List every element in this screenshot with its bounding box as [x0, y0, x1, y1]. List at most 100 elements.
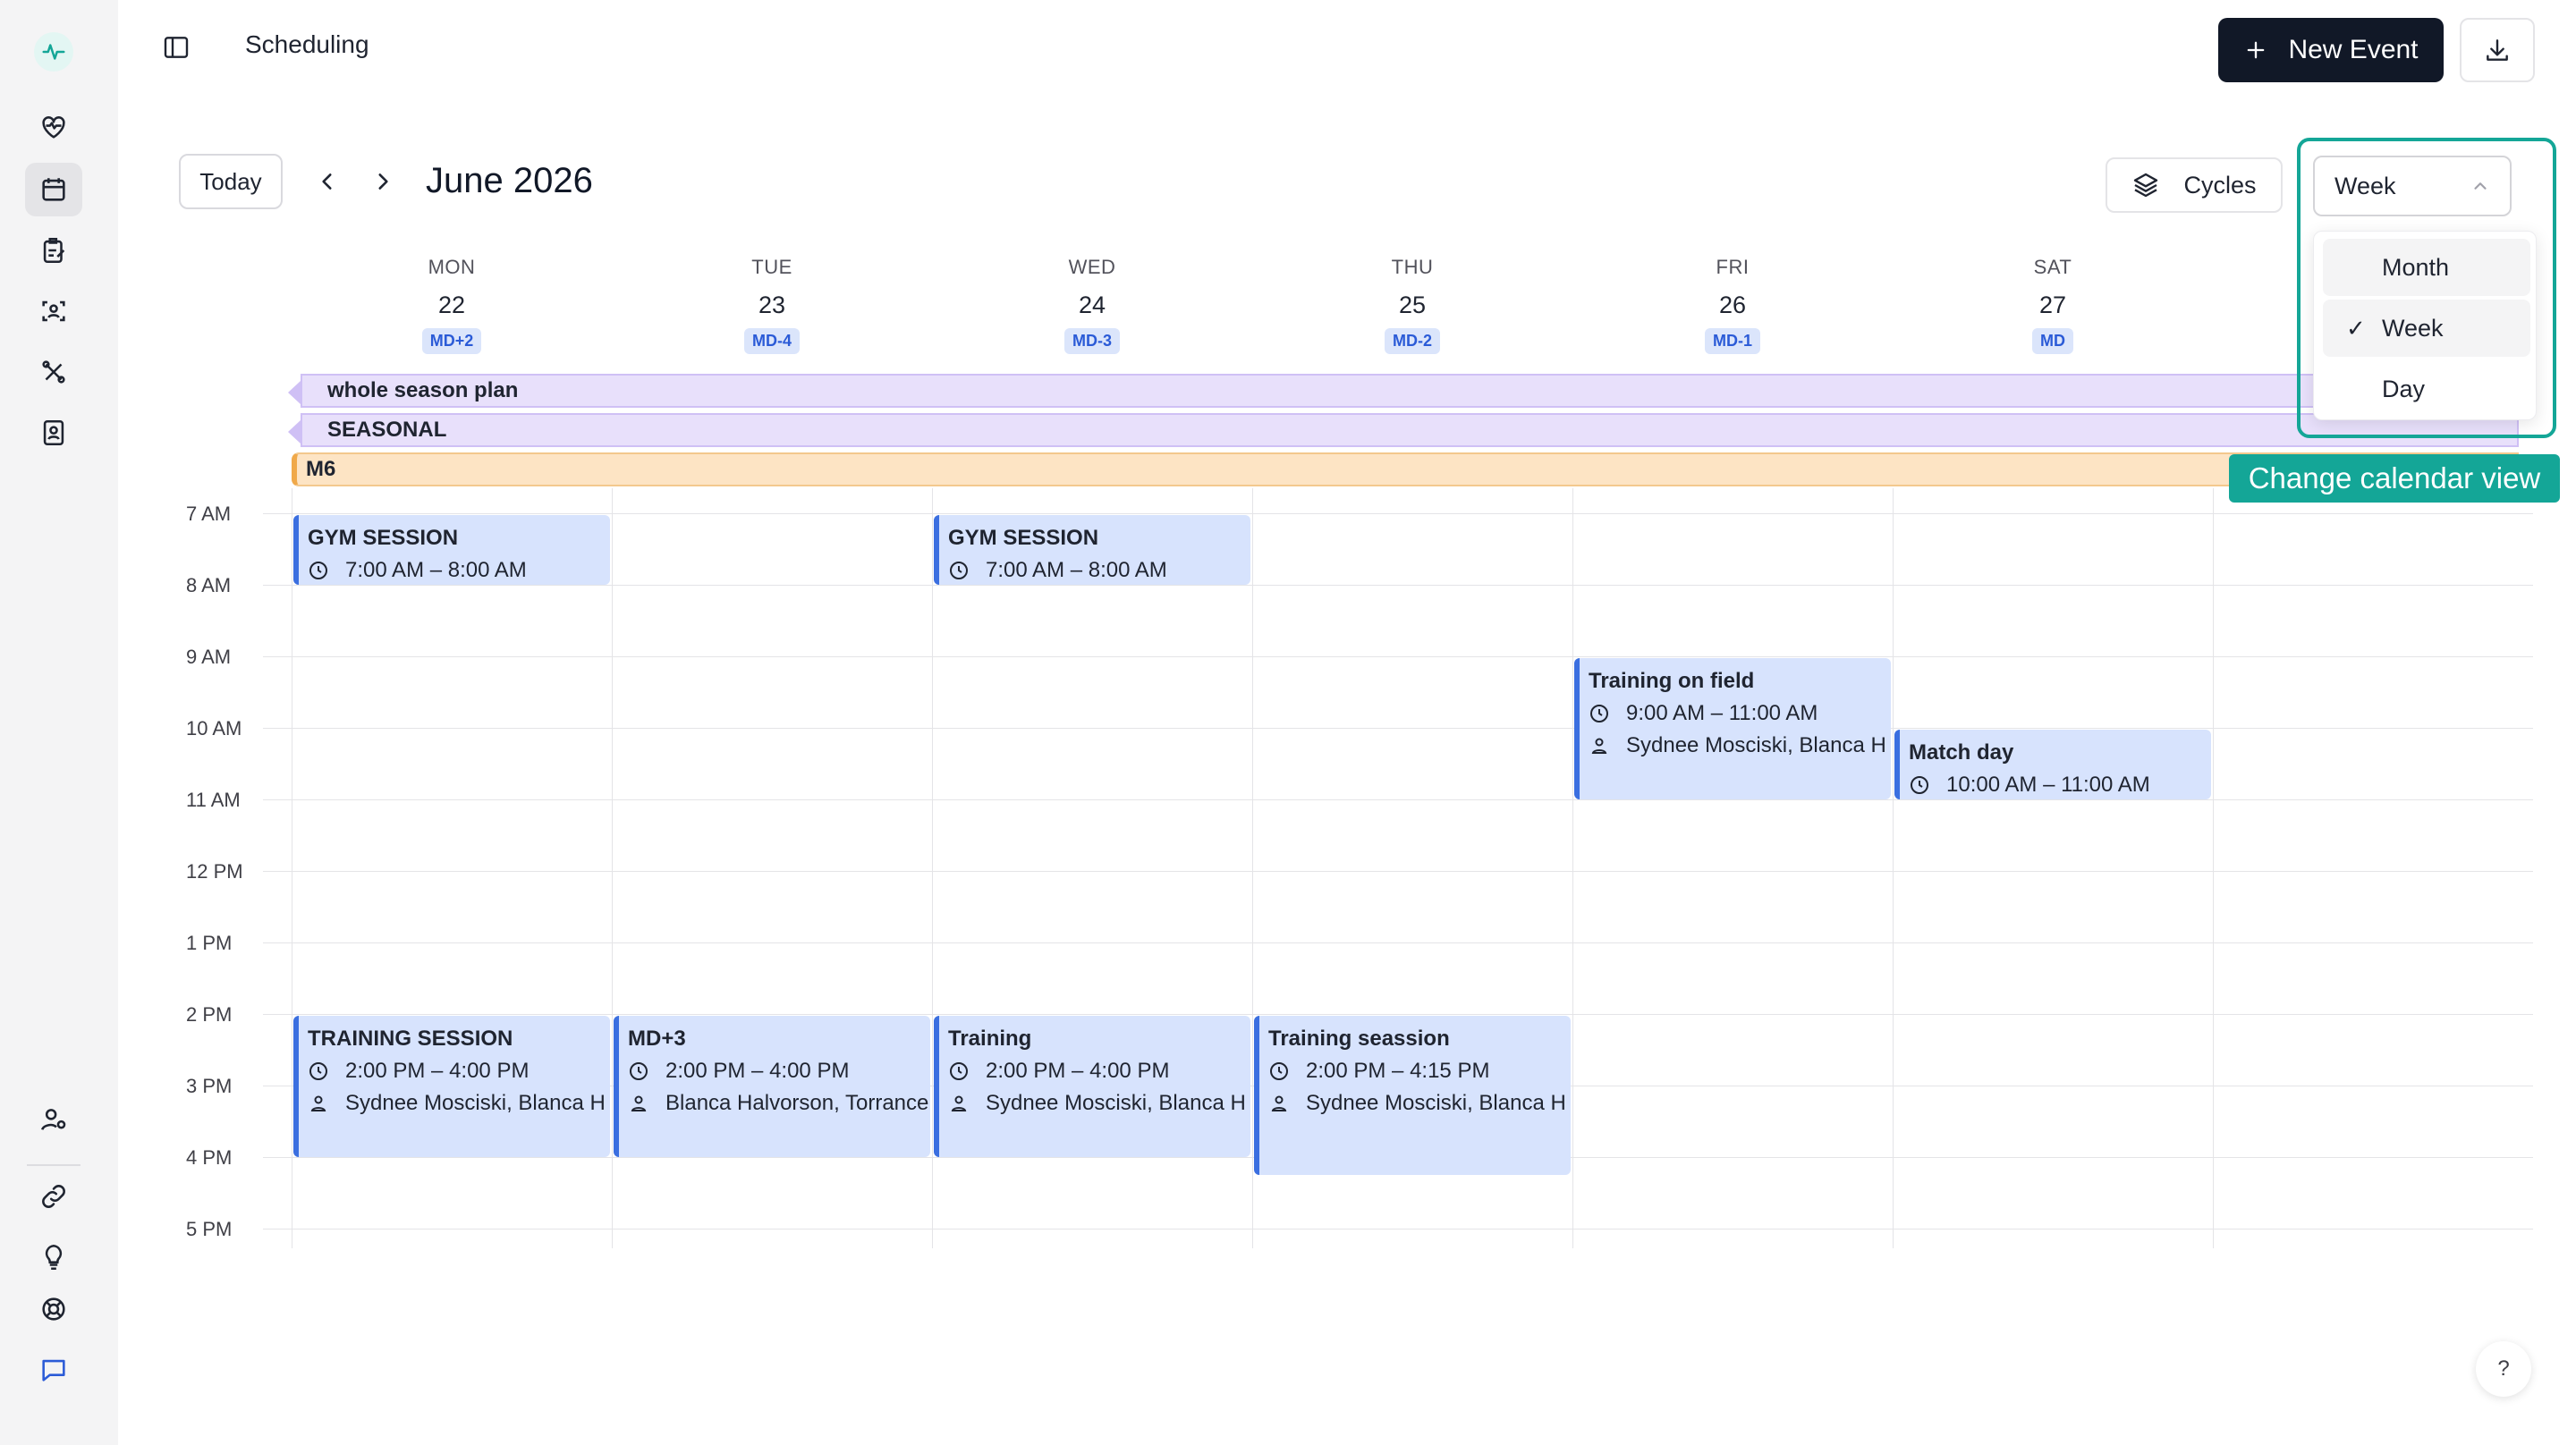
sidebar-item-scan[interactable] — [25, 284, 82, 338]
match-day-tag: MD-2 — [1385, 328, 1440, 354]
event-training-seassion-thu[interactable]: Training seassion 2:00 PM – 4:15 PM Sydn… — [1254, 1016, 1571, 1175]
new-event-button[interactable]: New Event — [2218, 18, 2444, 82]
continues-left-marker — [288, 420, 301, 444]
day-number: 26 — [1718, 292, 1747, 318]
event-title: TRAINING SESSION — [308, 1027, 513, 1051]
prev-week-button[interactable] — [309, 163, 345, 200]
match-day-tag: MD-3 — [1064, 328, 1120, 354]
sidebar-item-chat[interactable] — [25, 1343, 82, 1397]
clock-icon — [630, 1062, 648, 1080]
hour-gridline — [263, 1014, 2533, 1015]
continues-left-marker — [288, 381, 301, 404]
day-header-mon[interactable]: MON 22 MD+2 — [292, 256, 612, 354]
sidebar-item-ideas[interactable] — [25, 1230, 82, 1284]
allday-label: whole season plan — [327, 378, 519, 402]
event-gym-session-mon[interactable]: GYM SESSION 7:00 AM – 8:00 AM — [293, 515, 610, 585]
sidebar-item-scheduling[interactable] — [25, 163, 82, 216]
event-time: 7:00 AM – 8:00 AM — [308, 558, 610, 583]
event-people: Sydnee Mosciski, Blanca H — [1589, 733, 1891, 758]
sidebar-item-links[interactable] — [25, 1170, 82, 1223]
time-label: 2 PM — [186, 1003, 233, 1026]
event-time-text: 2:00 PM – 4:00 PM — [986, 1059, 1170, 1083]
download-button[interactable] — [2460, 18, 2535, 82]
person-icon — [951, 1095, 967, 1111]
drill-icon — [42, 360, 65, 384]
event-people: Blanca Halvorson, Torrance — [628, 1091, 930, 1116]
month-label: June 2026 — [426, 161, 593, 200]
allday-label: SEASONAL — [327, 418, 447, 442]
sidebar-item-drills[interactable] — [25, 345, 82, 399]
event-people-text: Blanca Halvorson, Torrance — [665, 1091, 929, 1115]
clock-icon — [1590, 705, 1608, 722]
allday-event-seasonal[interactable]: SEASONAL — [288, 413, 2519, 447]
sidebar-item-profiles[interactable] — [25, 406, 82, 460]
person-icon — [1271, 1095, 1287, 1111]
hour-gridline — [263, 1229, 2533, 1230]
time-label: 3 PM — [186, 1075, 233, 1097]
match-day-tag: MD+2 — [421, 328, 482, 354]
event-title: Training on field — [1589, 669, 1755, 693]
allday-event-m6[interactable]: M6 — [292, 452, 2519, 486]
event-time-text: 7:00 AM – 8:00 AM — [986, 558, 1167, 582]
pulse-logo-icon[interactable] — [34, 32, 73, 72]
sidebar-item-health[interactable] — [25, 100, 82, 154]
hour-gridline — [263, 656, 2533, 657]
event-title: MD+3 — [628, 1027, 686, 1051]
hour-gridline — [263, 942, 2533, 943]
sidebar-item-support[interactable] — [25, 1282, 82, 1336]
day-gridline — [612, 488, 613, 1248]
event-title: Match day — [1909, 740, 2014, 765]
event-training-session-mon[interactable]: TRAINING SESSION 2:00 PM – 4:00 PM Sydne… — [293, 1016, 610, 1157]
event-time-text: 9:00 AM – 11:00 AM — [1626, 701, 1818, 725]
sidebar — [0, 0, 118, 1445]
allday-event-whole-season-plan[interactable]: whole season plan — [288, 374, 2519, 408]
day-header-thu[interactable]: THU 25 MD-2 — [1252, 256, 1572, 354]
new-event-label: New Event — [2288, 35, 2419, 64]
event-time: 2:00 PM – 4:00 PM — [308, 1059, 610, 1084]
time-label: 4 PM — [186, 1146, 233, 1169]
today-button[interactable]: Today — [179, 154, 283, 209]
chevron-left-icon — [322, 173, 332, 190]
lightbulb-icon — [45, 1244, 63, 1271]
lifebuoy-icon — [42, 1297, 65, 1321]
download-icon — [2487, 39, 2508, 61]
event-time: 7:00 AM – 8:00 AM — [948, 558, 1250, 583]
sidebar-item-forms[interactable] — [25, 224, 82, 277]
event-people: Sydnee Mosciski, Blanca H — [948, 1091, 1250, 1116]
event-time: 10:00 AM – 11:00 AM — [1909, 773, 2211, 798]
event-people: Sydnee Mosciski, Blanca H — [1268, 1091, 1571, 1116]
day-name: THU — [1391, 256, 1434, 278]
scan-user-icon — [42, 300, 65, 322]
page-title: Scheduling — [245, 30, 369, 58]
person-icon — [631, 1095, 647, 1111]
next-week-button[interactable] — [365, 163, 401, 200]
day-header-wed[interactable]: WED 24 MD-3 — [932, 256, 1252, 354]
time-label: 7 AM — [186, 503, 232, 525]
event-gym-session-wed[interactable]: GYM SESSION 7:00 AM – 8:00 AM — [934, 515, 1250, 585]
match-day-tag: MD-4 — [744, 328, 800, 354]
day-header-tue[interactable]: TUE 23 MD-4 — [612, 256, 932, 354]
event-match-day[interactable]: Match day 10:00 AM – 11:00 AM — [1894, 730, 2211, 799]
day-name: WED — [1068, 256, 1116, 278]
link-icon — [42, 1185, 65, 1208]
day-header-fri[interactable]: FRI 26 MD-1 — [1572, 256, 1893, 354]
event-training-wed[interactable]: Training 2:00 PM – 4:00 PM Sydnee Moscis… — [934, 1016, 1250, 1157]
clock-icon — [1911, 776, 1928, 794]
id-card-icon — [43, 419, 64, 446]
day-gridline — [1893, 488, 1894, 1248]
day-name: TUE — [751, 256, 792, 278]
day-header-sat[interactable]: SAT 27 MD — [1893, 256, 2213, 354]
time-label: 5 PM — [186, 1218, 233, 1240]
event-time-text: 10:00 AM – 11:00 AM — [1946, 773, 2150, 797]
day-gridline — [1252, 488, 1253, 1248]
event-md-plus-3[interactable]: MD+3 2:00 PM – 4:00 PM Blanca Halvorson,… — [614, 1016, 930, 1157]
hour-gridline — [263, 513, 2533, 514]
sidebar-toggle-button[interactable] — [156, 27, 197, 68]
event-training-on-field[interactable]: Training on field 9:00 AM – 11:00 AM Syd… — [1574, 658, 1891, 799]
day-gridline — [2213, 488, 2214, 1248]
cycles-button[interactable]: Cycles — [2106, 157, 2283, 213]
tooltip-change-calendar-view: Change calendar view — [2229, 454, 2560, 503]
hour-gridline — [263, 585, 2533, 586]
sidebar-item-users[interactable] — [25, 1093, 82, 1146]
help-button[interactable]: ? — [2476, 1341, 2531, 1397]
